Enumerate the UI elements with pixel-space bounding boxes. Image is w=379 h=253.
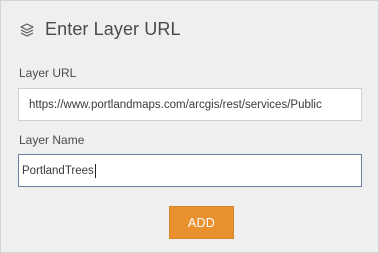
enter-layer-url-panel: Enter Layer URL Layer URL https://www.po… bbox=[0, 0, 379, 253]
layer-name-value: PortlandTrees bbox=[22, 164, 94, 177]
panel-header: Enter Layer URL bbox=[19, 19, 181, 40]
layers-icon bbox=[20, 22, 34, 37]
layer-url-value: https://www.portlandmaps.com/arcgis/rest… bbox=[29, 98, 322, 111]
layer-name-input[interactable]: PortlandTrees bbox=[18, 154, 362, 187]
panel-title: Enter Layer URL bbox=[45, 19, 181, 39]
text-caret bbox=[94, 163, 96, 178]
layer-url-input[interactable]: https://www.portlandmaps.com/arcgis/rest… bbox=[18, 88, 362, 121]
layer-url-label: Layer URL bbox=[19, 66, 77, 80]
add-button[interactable]: ADD bbox=[169, 206, 234, 239]
layer-name-label: Layer Name bbox=[19, 133, 85, 147]
